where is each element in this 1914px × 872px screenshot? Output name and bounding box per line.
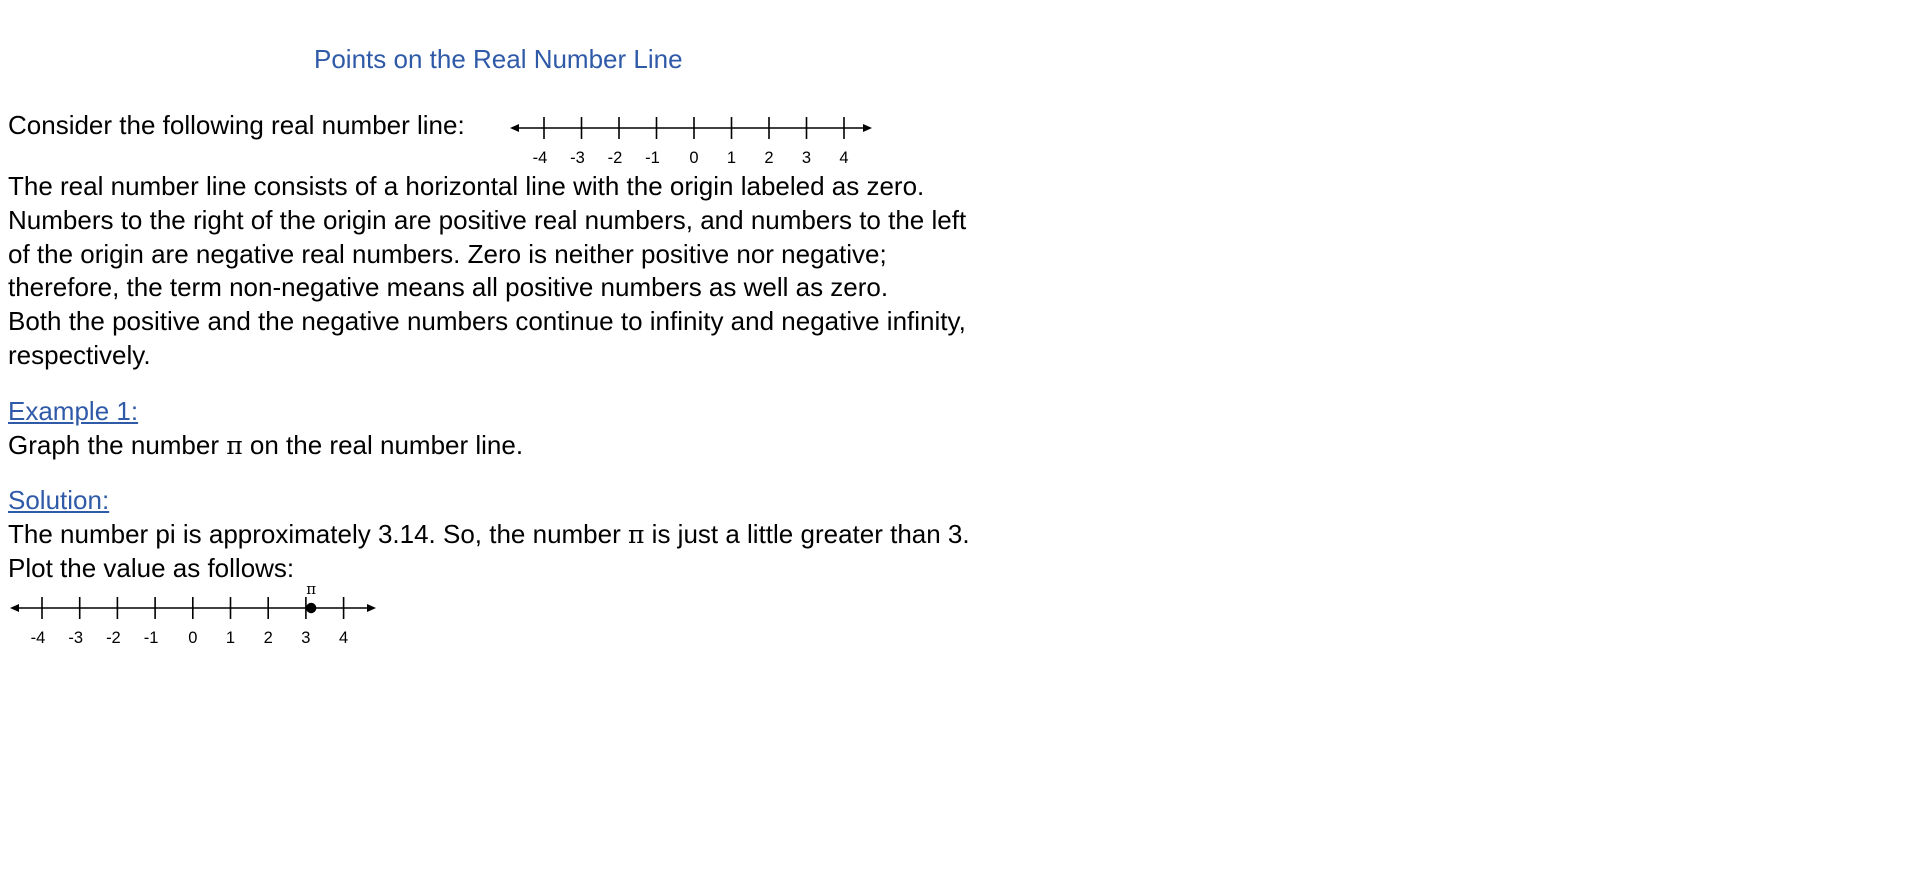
number-line-intro: -4 -3 -2 -1 0 1 2 3 4 — [510, 117, 872, 167]
solution-line-1-after: is just a little greater than 3. — [644, 519, 970, 549]
page-title: Points on the Real Number Line — [314, 44, 683, 74]
number-line-solution: -4 -3 -2 -1 0 1 2 3 4 π — [10, 580, 376, 647]
tick-label: 3 — [802, 149, 811, 167]
tick-label: 0 — [188, 629, 197, 647]
tick-label: 4 — [839, 149, 848, 167]
tick-label: 4 — [339, 629, 348, 647]
left-arrow-icon — [510, 124, 519, 132]
paragraph-line: of the origin are negative real numbers.… — [8, 238, 887, 269]
tick-label: 0 — [689, 149, 698, 167]
example-heading: Example 1: — [8, 396, 139, 426]
pi-symbol: π — [226, 431, 243, 460]
tick-label: 2 — [764, 149, 773, 167]
pi-symbol: π — [628, 520, 645, 549]
paragraph-line: Both the positive and the negative numbe… — [8, 306, 966, 337]
right-arrow-icon — [863, 124, 872, 132]
tick-label: -4 — [533, 149, 548, 167]
tick-label: 3 — [301, 629, 310, 647]
tick-label: -3 — [570, 149, 585, 167]
intro-text: Consider the following real number line: — [8, 110, 465, 140]
tick-label: -3 — [68, 629, 83, 647]
left-arrow-icon — [10, 604, 19, 612]
paragraph-line: therefore, the term non-negative means a… — [8, 272, 889, 303]
tick-label: -2 — [106, 629, 121, 647]
plotted-point-label: π — [306, 580, 316, 598]
example-prompt-before: Graph the number — [8, 430, 227, 460]
solution-line-1-before: The number pi is approximately 3.14. So,… — [8, 519, 628, 549]
tick-label: 2 — [264, 629, 273, 647]
tick-label: 1 — [727, 149, 736, 167]
tick-label: -1 — [645, 149, 660, 167]
paragraph-line: The real number line consists of a horiz… — [8, 171, 925, 201]
paragraph-line: respectively. — [8, 339, 151, 370]
tick-label: -1 — [144, 629, 159, 647]
solution-line-1: The number pi is approximately 3.14. So,… — [8, 519, 970, 550]
right-arrow-icon — [367, 604, 376, 612]
example-prompt: Graph the number π on the real number li… — [8, 430, 523, 461]
paragraph-line: Numbers to the right of the origin are p… — [8, 204, 967, 235]
solution-line-2: Plot the value as follows: — [8, 553, 295, 583]
tick-label: -4 — [31, 629, 46, 647]
solution-heading: Solution: — [8, 485, 110, 515]
example-prompt-after: on the real number line. — [242, 430, 524, 460]
tick-label: -2 — [608, 149, 623, 167]
intro-paragraph: The real number line consists of a horiz… — [8, 170, 966, 373]
tick-label: 1 — [226, 629, 235, 647]
plotted-point — [305, 602, 317, 614]
